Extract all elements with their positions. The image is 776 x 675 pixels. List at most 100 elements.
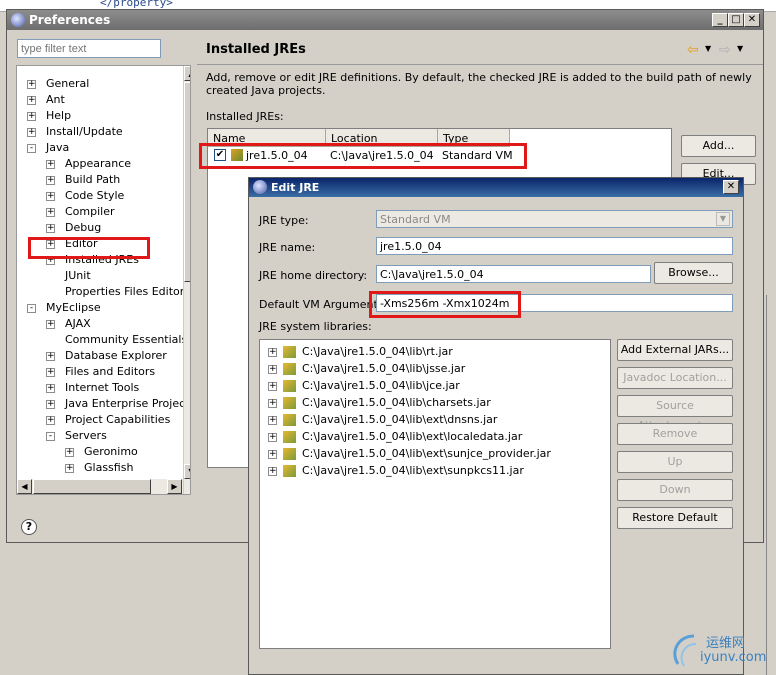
preferences-titlebar[interactable]: Preferences _ □ ✕ — [7, 10, 763, 30]
library-action-button[interactable]: Restore Default — [617, 507, 733, 529]
tree-item-label: Java — [46, 141, 70, 154]
jar-icon — [283, 397, 296, 409]
tree-item-label: Compiler — [65, 205, 115, 218]
tree-item-label: Build Path — [65, 173, 121, 186]
preferences-tree[interactable]: + General + Ant + Help + Install/Update - Java + Ap… — [16, 65, 191, 495]
jre-name-input[interactable]: jre1.5.0_04 — [376, 237, 733, 255]
dialog-close-button[interactable]: ✕ — [723, 180, 739, 194]
eclipse-icon — [253, 180, 267, 194]
tree-item-label: Code Style — [65, 189, 125, 202]
back-dropdown-icon[interactable]: ▼ — [705, 44, 711, 53]
scroll-left-arrow-icon[interactable]: ◀ — [17, 479, 32, 494]
jar-icon — [283, 431, 296, 443]
tree-item-label: Java Enterprise Project — [65, 397, 190, 410]
expand-icon[interactable]: + — [46, 368, 55, 377]
tree-item-label: Help — [46, 109, 72, 122]
jar-icon — [283, 465, 296, 477]
filter-input[interactable] — [17, 39, 161, 58]
scroll-thumb[interactable] — [184, 82, 190, 282]
expand-icon[interactable]: + — [27, 128, 36, 137]
watermark-site: iyunv.com — [700, 650, 767, 665]
maximize-button[interactable]: □ — [728, 13, 744, 27]
background-code-snippet: </property> — [100, 0, 173, 9]
page-title: Installed JREs — [206, 42, 306, 57]
scroll-down-arrow-icon[interactable]: ▼ — [184, 464, 190, 479]
highlight-installed-jres — [28, 237, 150, 259]
tree-item-label: Debug — [65, 221, 102, 234]
expand-icon[interactable]: + — [268, 382, 277, 391]
expand-icon[interactable]: + — [268, 450, 277, 459]
minimize-button[interactable]: _ — [712, 13, 728, 27]
tree-horizontal-scrollbar[interactable]: ◀ ▶ — [17, 479, 183, 494]
system-libraries-list[interactable]: + C:\Java\jre1.5.0_04\lib\rt.jar + C:\Java\… — [259, 339, 611, 649]
expand-icon[interactable]: + — [65, 448, 74, 457]
forward-dropdown-icon[interactable]: ▼ — [737, 44, 743, 53]
edit-jre-dialog: Edit JRE ✕ JRE type: Standard VM ▼ JRE n… — [248, 177, 744, 675]
expand-icon[interactable]: + — [65, 464, 74, 473]
add-jre-button[interactable]: Add... — [681, 135, 756, 157]
jre-type-label: JRE type: — [259, 214, 309, 227]
jar-icon — [283, 346, 296, 358]
tree-item-label: Project Capabilities — [65, 413, 171, 426]
tree-item-label: Appearance — [65, 157, 132, 170]
scroll-right-arrow-icon[interactable]: ▶ — [167, 479, 182, 494]
jar-icon — [283, 414, 296, 426]
tree-item-label: Geronimo — [84, 445, 138, 458]
page-description: Add, remove or edit JRE definitions. By … — [206, 71, 752, 97]
tree-item-label: Database Explorer — [65, 349, 167, 362]
chevron-down-icon: ▼ — [716, 212, 730, 226]
expand-icon[interactable]: + — [27, 80, 36, 89]
help-icon[interactable]: ? — [21, 519, 37, 535]
system-libraries-label: JRE system libraries: — [259, 320, 372, 333]
expand-icon[interactable]: + — [46, 208, 55, 217]
collapse-icon[interactable]: - — [46, 432, 55, 441]
expand-icon[interactable]: + — [268, 365, 277, 374]
library-action-button[interactable]: Javadoc Location... — [617, 367, 733, 389]
expand-icon[interactable]: + — [268, 348, 277, 357]
expand-icon[interactable]: + — [46, 416, 55, 425]
jre-home-input[interactable]: C:\Java\jre1.5.0_04 — [376, 265, 651, 283]
tree-item-label: Install/Update — [46, 125, 123, 138]
expand-icon[interactable]: + — [46, 224, 55, 233]
expand-icon[interactable]: + — [46, 400, 55, 409]
expand-icon[interactable]: + — [268, 416, 277, 425]
library-path: C:\Java\jre1.5.0_04\lib\charsets.jar — [302, 396, 491, 409]
expand-icon[interactable]: + — [27, 112, 36, 121]
back-arrow-icon[interactable]: ⇦ — [687, 42, 699, 58]
expand-icon[interactable]: + — [27, 96, 36, 105]
expand-icon[interactable]: + — [46, 160, 55, 169]
library-path: C:\Java\jre1.5.0_04\lib\ext\sunjce_provi… — [302, 447, 551, 460]
tree-vertical-scrollbar[interactable]: ▲ ▼ — [183, 66, 190, 494]
close-button[interactable]: ✕ — [744, 13, 760, 27]
library-action-button[interactable]: Down — [617, 479, 733, 501]
tree-item-label: Properties Files Editor — [65, 285, 185, 298]
browse-button[interactable]: Browse... — [654, 262, 733, 284]
collapse-icon[interactable]: - — [27, 144, 36, 153]
library-path: C:\Java\jre1.5.0_04\lib\ext\dnsns.jar — [302, 413, 498, 426]
vm-args-label: Default VM Arguments: — [259, 298, 388, 311]
expand-icon[interactable]: + — [268, 467, 277, 476]
installed-jres-label: Installed JREs: — [206, 110, 284, 123]
hscroll-thumb[interactable] — [33, 479, 151, 494]
preferences-title: Preferences — [29, 13, 111, 27]
expand-icon[interactable]: + — [46, 192, 55, 201]
expand-icon[interactable]: + — [268, 433, 277, 442]
highlight-vm-args — [369, 291, 521, 318]
library-action-button[interactable]: Add External JARs... — [617, 339, 733, 361]
library-action-button[interactable]: Up — [617, 451, 733, 473]
library-action-button[interactable]: Remove — [617, 423, 733, 445]
expand-icon[interactable]: + — [46, 320, 55, 329]
expand-icon[interactable]: + — [46, 176, 55, 185]
tree-item-label: General — [46, 77, 90, 90]
expand-icon[interactable]: + — [268, 399, 277, 408]
library-action-button[interactable]: Source Attachment... — [617, 395, 733, 432]
scroll-up-arrow-icon[interactable]: ▲ — [184, 66, 190, 81]
forward-arrow-icon[interactable]: ⇨ — [719, 42, 731, 58]
tree-item-label: MyEclipse — [46, 301, 101, 314]
jre-home-label: JRE home directory: — [259, 269, 368, 282]
edit-jre-titlebar[interactable]: Edit JRE ✕ — [249, 178, 743, 197]
expand-icon[interactable]: + — [46, 384, 55, 393]
expand-icon[interactable]: + — [46, 352, 55, 361]
library-path: C:\Java\jre1.5.0_04\lib\ext\sunpkcs11.ja… — [302, 464, 524, 477]
collapse-icon[interactable]: - — [27, 304, 36, 313]
